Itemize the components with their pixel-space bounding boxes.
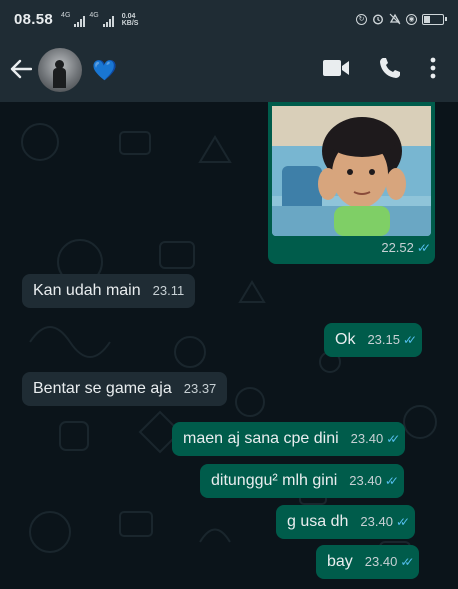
contact-name[interactable]: 💙: [92, 58, 117, 83]
alarm-icon: [372, 14, 384, 25]
battery-icon: [422, 13, 447, 25]
message-time: 23.40: [349, 473, 382, 488]
outgoing-message[interactable]: ditunggu² mlh gini 23.40 ✓✓: [200, 464, 404, 498]
data-saver-icon: ↻: [356, 13, 367, 25]
chat-area[interactable]: 22.52 ✓✓ Kan udah main 23.11 Ok 23.15 ✓✓…: [0, 102, 458, 589]
message-time: 23.40: [364, 554, 398, 569]
incoming-message[interactable]: Kan udah main 23.11: [22, 274, 196, 308]
message-time: 23.40: [360, 514, 393, 529]
message-time: 23.11: [152, 283, 185, 298]
read-receipt-icon: ✓✓: [403, 333, 417, 347]
network-indicators: 4G 4G 0.04 KB/S: [61, 12, 138, 27]
outgoing-message[interactable]: g usa dh 23.40 ✓✓: [276, 505, 416, 539]
message-text: Ok: [335, 331, 356, 348]
network-tag-2: 4G: [89, 11, 99, 19]
status-bar: 08.58 4G 4G 0.04 KB/S ↻ ◉: [0, 0, 458, 38]
header-actions: [322, 56, 448, 85]
message-text: maen aj sana cpe dini: [183, 430, 339, 447]
read-receipt-icon: ✓✓: [384, 474, 399, 488]
status-time: 08.58: [14, 10, 54, 28]
more-options-icon[interactable]: [430, 57, 436, 84]
back-arrow-icon[interactable]: [10, 56, 36, 84]
image-message-meta: 22.52 ✓✓: [272, 236, 431, 255]
message-time: 22.52: [381, 240, 414, 255]
signal-icon: [74, 15, 86, 27]
message-text: bay: [327, 553, 353, 570]
sticker-image[interactable]: [272, 106, 431, 236]
outgoing-message[interactable]: Ok 23.15 ✓✓: [324, 323, 423, 357]
read-receipt-icon: ✓✓: [395, 515, 410, 529]
speed-unit: KB/S: [121, 19, 139, 27]
data-speed: 0.04 KB/S: [122, 13, 139, 27]
read-receipt-icon: ✓✓: [400, 555, 414, 569]
read-receipt-icon: ✓✓: [386, 432, 400, 446]
message-text: Kan udah main: [33, 282, 141, 299]
video-call-icon[interactable]: [322, 59, 350, 82]
speed-value: 0.04: [121, 12, 136, 20]
battery-level: [424, 15, 431, 23]
voice-call-icon[interactable]: [378, 56, 402, 85]
outgoing-message[interactable]: bay 23.40 ✓✓: [316, 545, 420, 579]
network-tag: 4G: [61, 11, 71, 19]
incoming-message[interactable]: Bentar se game aja 23.37: [22, 372, 228, 406]
message-text: ditunggu² mlh gini: [211, 472, 338, 489]
message-text: g usa dh: [287, 513, 349, 530]
message-time: 23.40: [350, 431, 384, 446]
signal-icon-2: [102, 15, 114, 27]
read-receipt-icon: ✓✓: [416, 241, 431, 255]
image-message[interactable]: 22.52 ✓✓: [268, 102, 435, 264]
message-text: Bentar se game aja: [33, 380, 172, 397]
message-time: 23.37: [183, 381, 217, 396]
status-icons: ↻ ◉: [356, 13, 447, 25]
whatsapp-notification-icon: ◉: [406, 13, 417, 25]
mute-icon: [389, 13, 401, 25]
outgoing-message[interactable]: maen aj sana cpe dini 23.40 ✓✓: [172, 422, 406, 456]
message-time: 23.15: [367, 332, 400, 347]
chat-header: 💙: [0, 38, 458, 102]
avatar[interactable]: [38, 48, 82, 92]
